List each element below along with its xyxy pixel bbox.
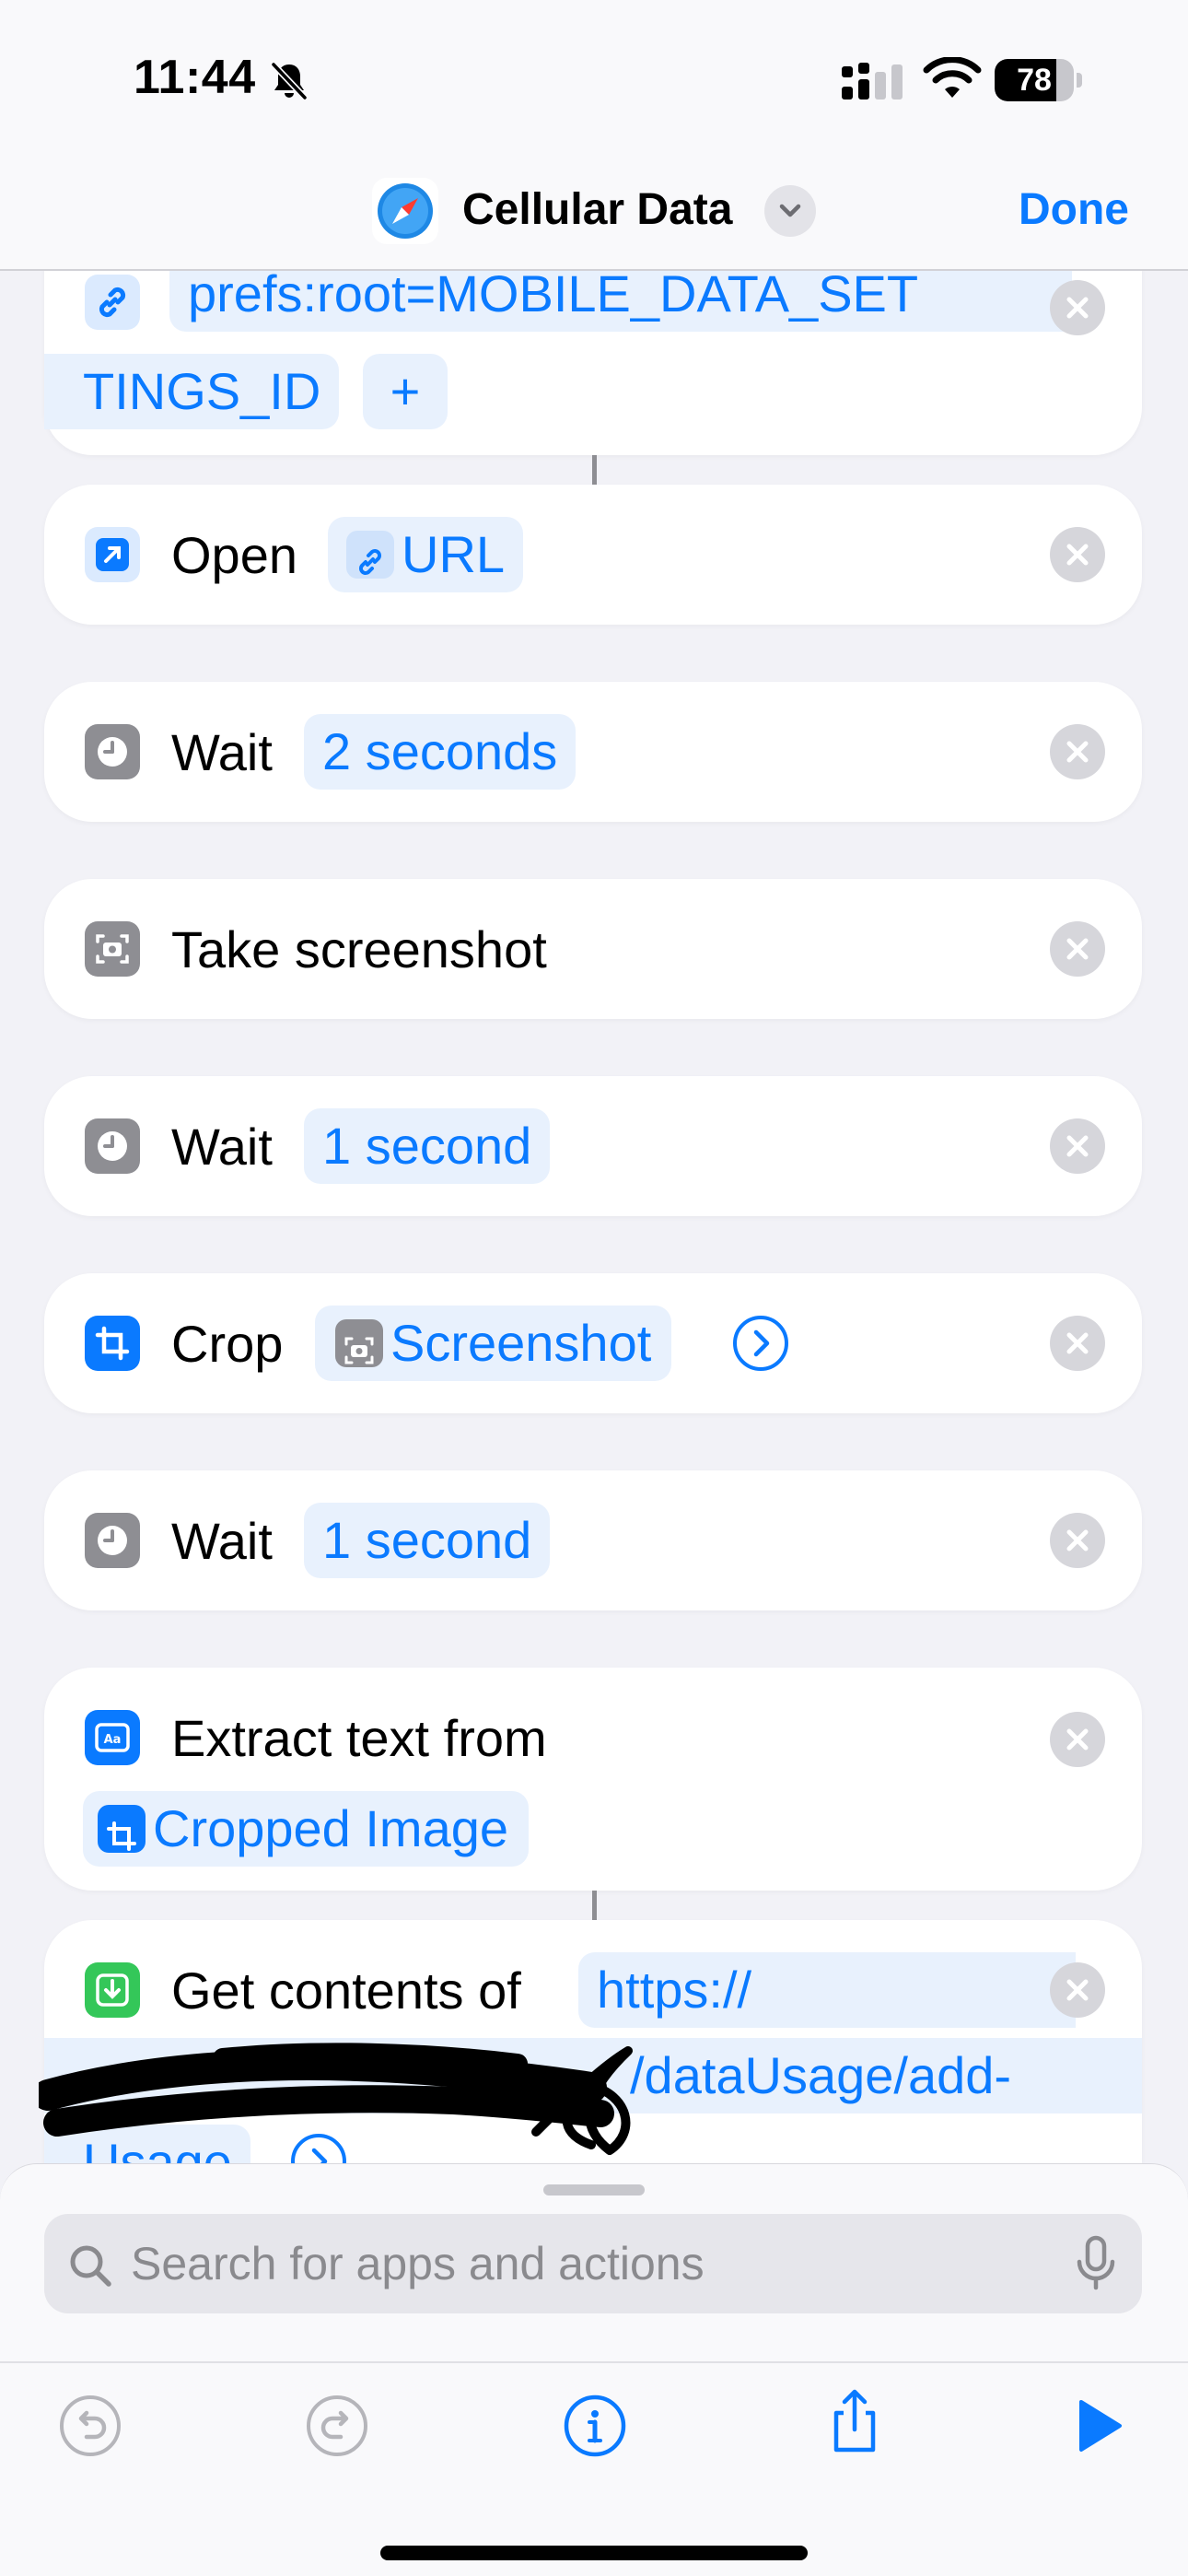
open-label: Open <box>171 526 297 584</box>
microphone-icon[interactable] <box>1070 2234 1122 2293</box>
undo-icon[interactable] <box>52 2387 129 2465</box>
search-input[interactable] <box>131 2214 1052 2313</box>
safari-icon[interactable] <box>372 178 438 244</box>
remove-icon[interactable] <box>1050 1118 1105 1174</box>
wait-action-card[interactable]: Wait 1 second <box>44 1076 1142 1216</box>
wait-duration-token[interactable]: 1 second <box>304 1108 551 1184</box>
svg-text:Aa: Aa <box>104 1733 122 1747</box>
screenshot-variable-token[interactable]: Screenshot <box>315 1306 672 1381</box>
extract-text-icon: Aa <box>85 1710 140 1765</box>
action-search-panel <box>0 2163 1188 2576</box>
search-icon <box>70 2245 111 2287</box>
navigation-header: 11:44 78 Cellular Data Done <box>0 0 1188 271</box>
open-url-action-card[interactable]: Open URL <box>44 485 1142 625</box>
cropped-image-variable-token[interactable]: Cropped Image <box>83 1791 530 1867</box>
take-screenshot-action-card[interactable]: Take screenshot <box>44 879 1142 1019</box>
wait-action-card[interactable]: Wait 2 seconds <box>44 682 1142 822</box>
link-icon <box>346 531 394 580</box>
open-app-icon <box>85 527 140 582</box>
wait-label: Wait <box>171 1512 273 1570</box>
remove-icon[interactable] <box>1050 280 1105 335</box>
signal-icon <box>842 63 903 100</box>
remove-icon[interactable] <box>1050 1513 1105 1568</box>
toolbar-divider <box>0 2361 1188 2363</box>
url-token-label: URL <box>402 525 506 583</box>
wifi-icon <box>923 57 982 98</box>
extract-text-action-card[interactable]: Aa Extract text from Cropped Image <box>44 1668 1142 1891</box>
crop-icon <box>98 1805 146 1854</box>
download-icon <box>85 1962 140 2018</box>
share-icon[interactable] <box>816 2383 893 2461</box>
flow-connector <box>592 1891 597 1920</box>
wait-action-card[interactable]: Wait 1 second <box>44 1470 1142 1610</box>
remove-icon[interactable] <box>1050 1316 1105 1371</box>
wait-duration-token[interactable]: 2 seconds <box>304 714 577 790</box>
shortcut-title[interactable]: Cellular Data <box>462 184 732 235</box>
info-icon[interactable] <box>556 2387 634 2465</box>
wait-label: Wait <box>171 1118 273 1176</box>
battery-level: 78 <box>1017 63 1052 98</box>
wait-duration-token[interactable]: 1 second <box>304 1503 551 1578</box>
battery-icon: 78 <box>995 59 1083 101</box>
remove-icon[interactable] <box>1050 921 1105 977</box>
bell-slash-icon <box>270 61 309 101</box>
add-variable-button[interactable]: + <box>363 354 448 429</box>
done-button[interactable]: Done <box>1019 184 1129 235</box>
status-time: 11:44 <box>134 51 256 104</box>
screenshot-icon <box>85 921 140 977</box>
chevron-down-icon[interactable] <box>764 185 816 237</box>
get-contents-label: Get contents of <box>171 1961 521 2020</box>
clock-icon <box>85 724 140 779</box>
link-icon <box>85 275 140 330</box>
crop-action-card[interactable]: Crop Screenshot <box>44 1273 1142 1413</box>
redaction-scribble <box>39 2043 633 2155</box>
screenshot-icon <box>335 1319 383 1368</box>
clock-icon <box>85 1118 140 1174</box>
url-value-token-continued[interactable]: TINGS_ID <box>44 354 340 429</box>
clock-icon <box>85 1513 140 1568</box>
wait-label: Wait <box>171 723 273 781</box>
remove-icon[interactable] <box>1050 527 1105 582</box>
url-variable-token[interactable]: URL <box>328 517 524 592</box>
chevron-right-circle-icon[interactable] <box>731 1314 790 1373</box>
extract-text-label: Extract text from <box>171 1709 547 1767</box>
crop-icon <box>85 1316 140 1371</box>
sheet-grabber[interactable] <box>543 2184 645 2195</box>
take-screenshot-label: Take screenshot <box>171 920 547 978</box>
remove-icon[interactable] <box>1050 1962 1105 2018</box>
remove-icon[interactable] <box>1050 1712 1105 1767</box>
flow-connector <box>592 455 597 485</box>
play-icon[interactable] <box>1059 2387 1136 2465</box>
redo-icon[interactable] <box>298 2387 376 2465</box>
cropped-image-token-label: Cropped Image <box>153 1799 509 1857</box>
remove-icon[interactable] <box>1050 724 1105 779</box>
crop-label: Crop <box>171 1315 284 1373</box>
request-url-token[interactable]: https:// <box>578 1952 1076 2028</box>
home-indicator <box>380 2546 808 2560</box>
screenshot-token-label: Screenshot <box>390 1314 652 1372</box>
search-field[interactable] <box>44 2214 1142 2313</box>
